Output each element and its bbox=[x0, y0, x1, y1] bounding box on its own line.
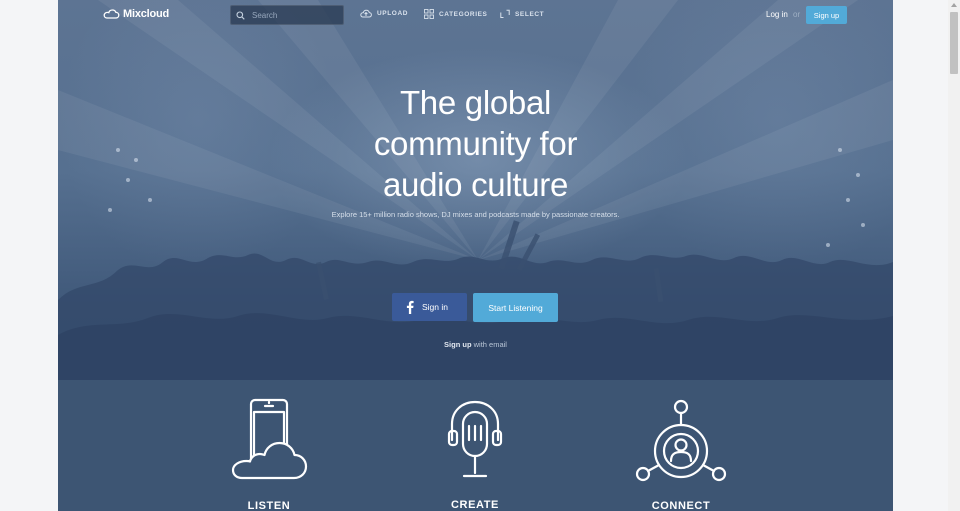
logo-text: Mixcloud bbox=[123, 8, 170, 20]
feature-create: CREATE bbox=[415, 398, 535, 511]
headline-line-3: audio culture bbox=[382, 166, 569, 203]
nav-upload[interactable]: UPLOAD bbox=[360, 9, 408, 18]
login-link[interactable]: Log in bbox=[766, 10, 788, 19]
facebook-signin-label: Sign in bbox=[422, 302, 448, 312]
email-signup-rest: with email bbox=[471, 340, 507, 349]
email-signup-bold: Sign up bbox=[444, 340, 472, 349]
page: Mixcloud UPLOAD CATEGORIES SELECT bbox=[58, 0, 893, 511]
start-listening-button[interactable]: Start Listening bbox=[473, 293, 558, 322]
feature-create-label: CREATE bbox=[450, 499, 499, 511]
scrollbar[interactable] bbox=[948, 0, 960, 511]
upload-cloud-icon bbox=[360, 9, 372, 18]
or-text: or bbox=[793, 10, 801, 19]
facebook-signin-button[interactable]: Sign in bbox=[392, 293, 467, 321]
headline-line-1: The global bbox=[399, 84, 552, 121]
nav-select[interactable]: SELECT bbox=[500, 9, 544, 19]
nav-categories[interactable]: CATEGORIES bbox=[424, 9, 488, 19]
nav-upload-label: UPLOAD bbox=[377, 10, 409, 17]
hero-subtitle: Explore 15+ million radio shows, DJ mixe… bbox=[331, 210, 620, 219]
microphone-headphones-icon bbox=[445, 398, 505, 482]
facebook-icon bbox=[406, 300, 414, 314]
top-navigation: Mixcloud UPLOAD CATEGORIES SELECT bbox=[58, 0, 893, 30]
nav-categories-label: CATEGORIES bbox=[439, 10, 488, 18]
feature-connect: CONNECT bbox=[621, 398, 741, 511]
select-bracket-icon bbox=[500, 9, 510, 19]
email-signup-link[interactable]: Sign up with email bbox=[58, 340, 893, 349]
search-box[interactable] bbox=[230, 5, 344, 25]
scrollbar-thumb[interactable] bbox=[950, 12, 958, 74]
scroll-up-arrow-icon[interactable] bbox=[951, 3, 957, 7]
signup-button[interactable]: Sign up bbox=[806, 6, 847, 24]
headline-line-2: community for bbox=[373, 125, 578, 162]
search-input[interactable] bbox=[250, 9, 338, 21]
grid-icon bbox=[424, 9, 434, 19]
feature-connect-label: CONNECT bbox=[651, 500, 711, 511]
mixcloud-logo[interactable]: Mixcloud bbox=[103, 8, 169, 20]
nav-select-label: SELECT bbox=[515, 10, 545, 18]
feature-listen: LISTEN bbox=[209, 398, 329, 511]
phone-cloud-icon bbox=[230, 398, 308, 482]
feature-listen-label: LISTEN bbox=[247, 500, 291, 511]
search-icon bbox=[236, 10, 245, 20]
network-person-icon bbox=[634, 398, 728, 482]
hero-headline: The global community for audio culture bbox=[58, 82, 893, 205]
mixcloud-cloud-icon bbox=[103, 9, 120, 19]
